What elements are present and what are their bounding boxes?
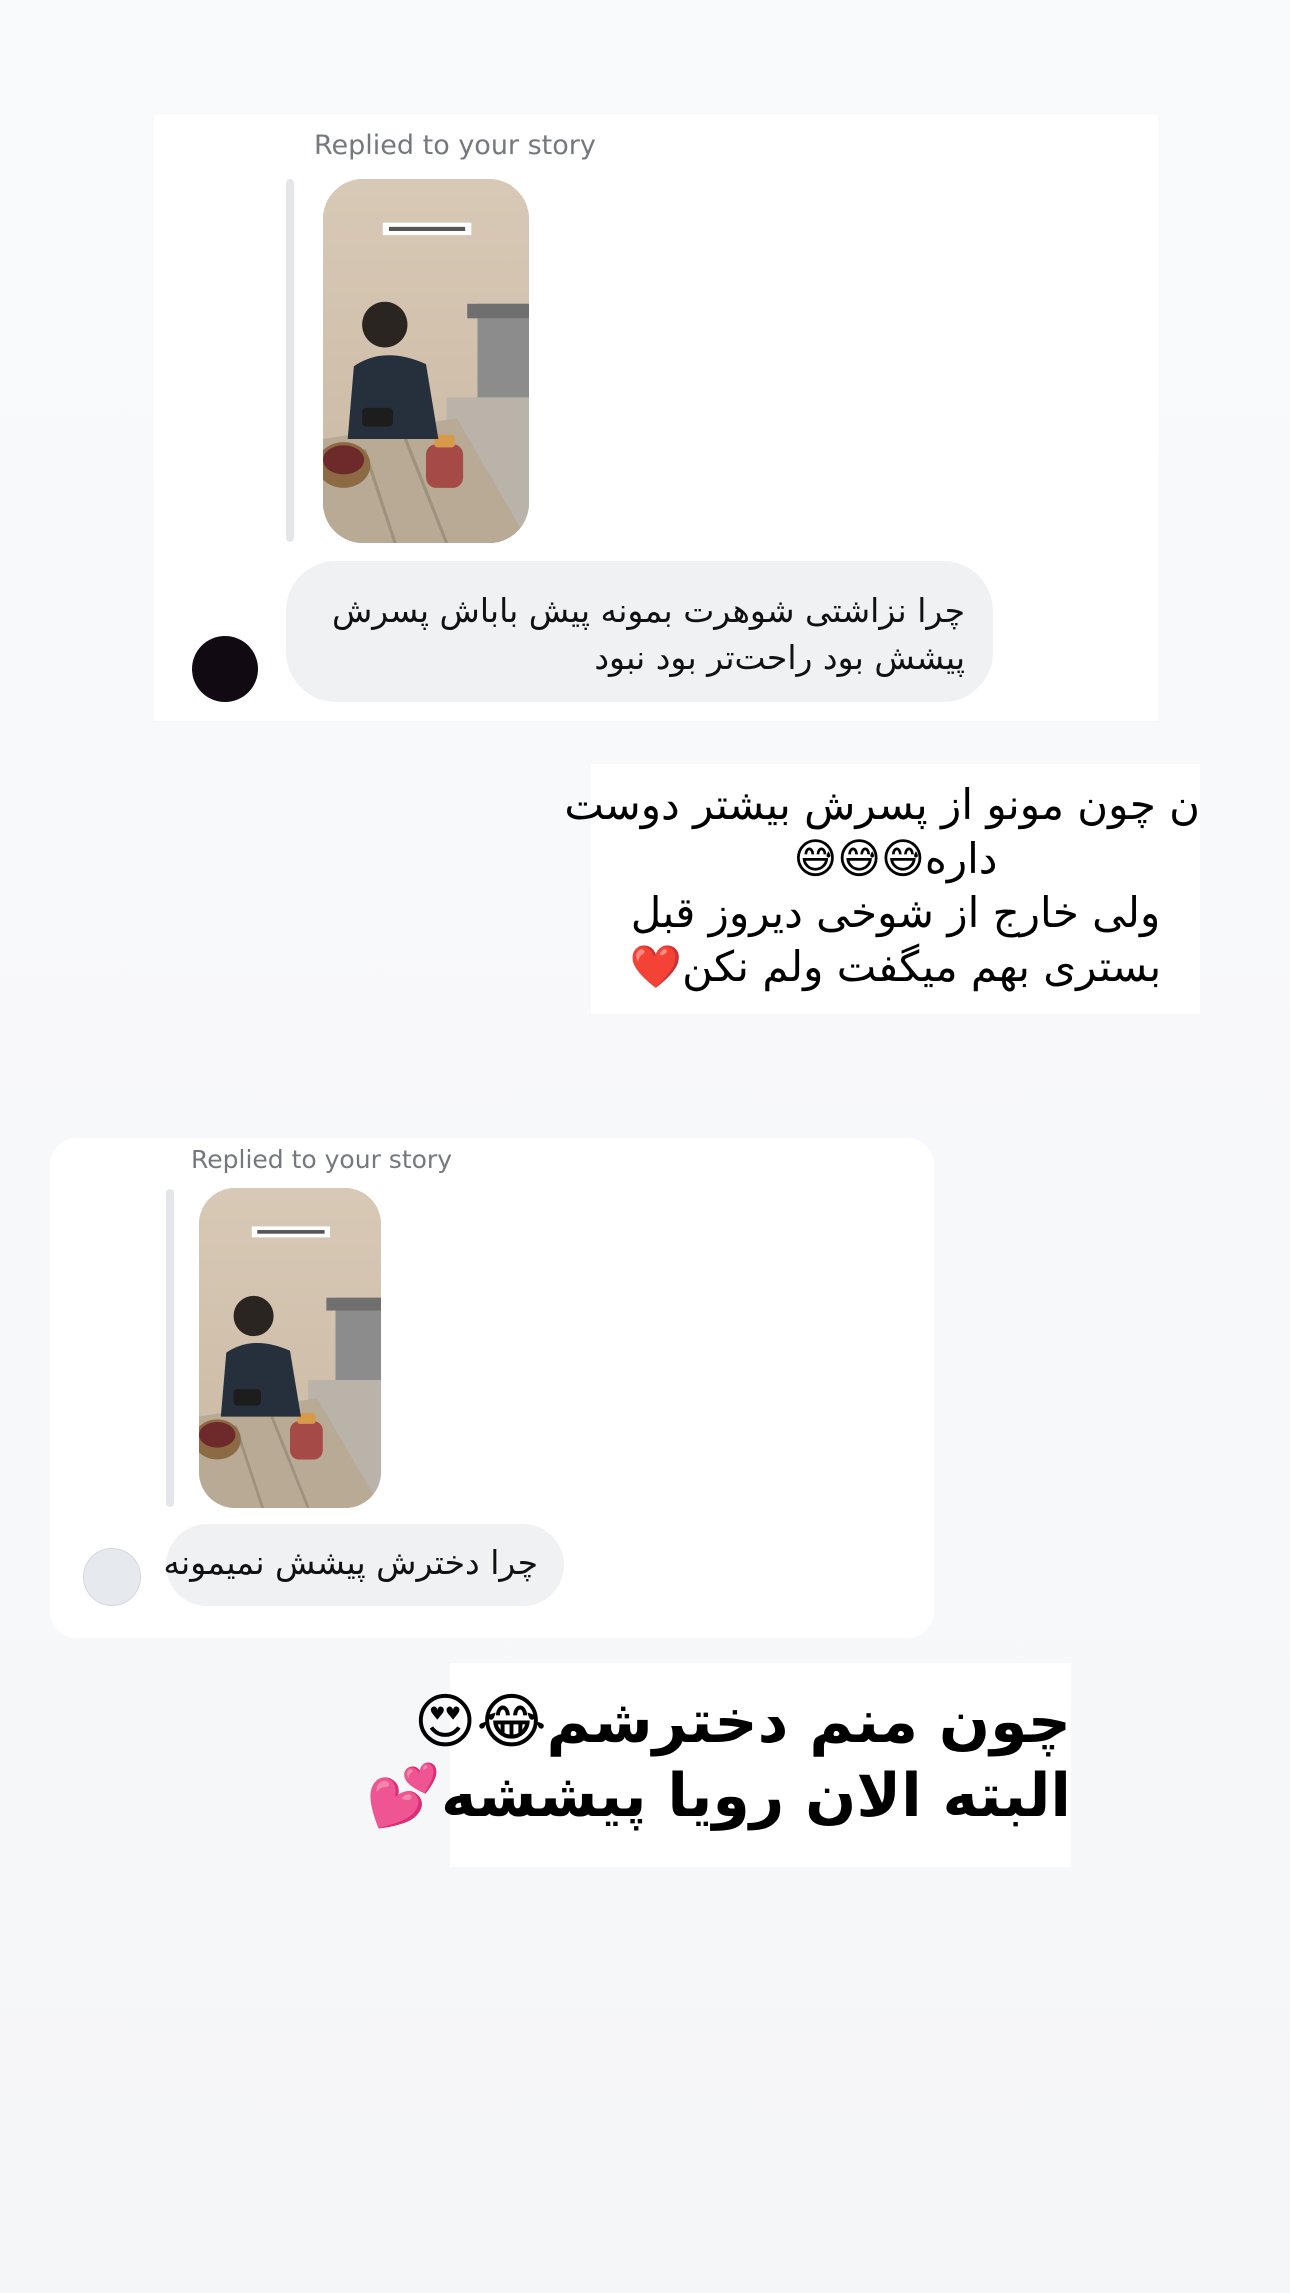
- message-text-line: ولی خارج از شوخی دیروز قبل: [630, 888, 1161, 937]
- message-text-line: چرا دخترش پیشش نمیمونه: [163, 1543, 538, 1582]
- message-text-line: چون منم دخترشم😂😍: [413, 1687, 1071, 1757]
- story-photo-icon: [323, 179, 529, 543]
- replied-to-story-label: Replied to your story: [314, 130, 596, 161]
- received-message-bubble[interactable]: چرا نزاشتی شوهرت بمونه پیش باباش پسرش پی…: [286, 561, 993, 702]
- story-thumbnail[interactable]: [199, 1188, 381, 1508]
- message-text-line: بستری بهم میگفت ولم نکن❤️: [629, 942, 1162, 991]
- received-message-bubble[interactable]: چرا دخترش پیشش نمیمونه: [163, 1524, 564, 1606]
- user-avatar[interactable]: [192, 636, 258, 702]
- reply-quote-bar: [286, 179, 294, 542]
- message-text-line: البته الان رویا پیششه💕: [366, 1761, 1071, 1831]
- replied-to-story-label: Replied to your story: [191, 1145, 452, 1174]
- message-text-line: ن چون مونو از پسرش بیشتر دوست: [564, 780, 1200, 829]
- sent-message[interactable]: ن چون مونو از پسرش بیشتر دوست داره😅😅😅 ول…: [564, 764, 1200, 1014]
- story-thumbnail[interactable]: [323, 179, 529, 543]
- user-avatar-placeholder[interactable]: [83, 1548, 141, 1606]
- reply-quote-bar: [166, 1189, 174, 1507]
- message-text-line: داره😅😅😅: [793, 834, 998, 883]
- message-text-line: چرا نزاشتی شوهرت بمونه پیش باباش پسرش: [331, 591, 965, 630]
- message-text-line: پیشش بود راحت‌تر بود نبود: [594, 638, 965, 677]
- story-photo-icon: [199, 1188, 381, 1508]
- sent-message[interactable]: چون منم دخترشم😂😍 البته الان رویا پیششه💕: [366, 1663, 1071, 1867]
